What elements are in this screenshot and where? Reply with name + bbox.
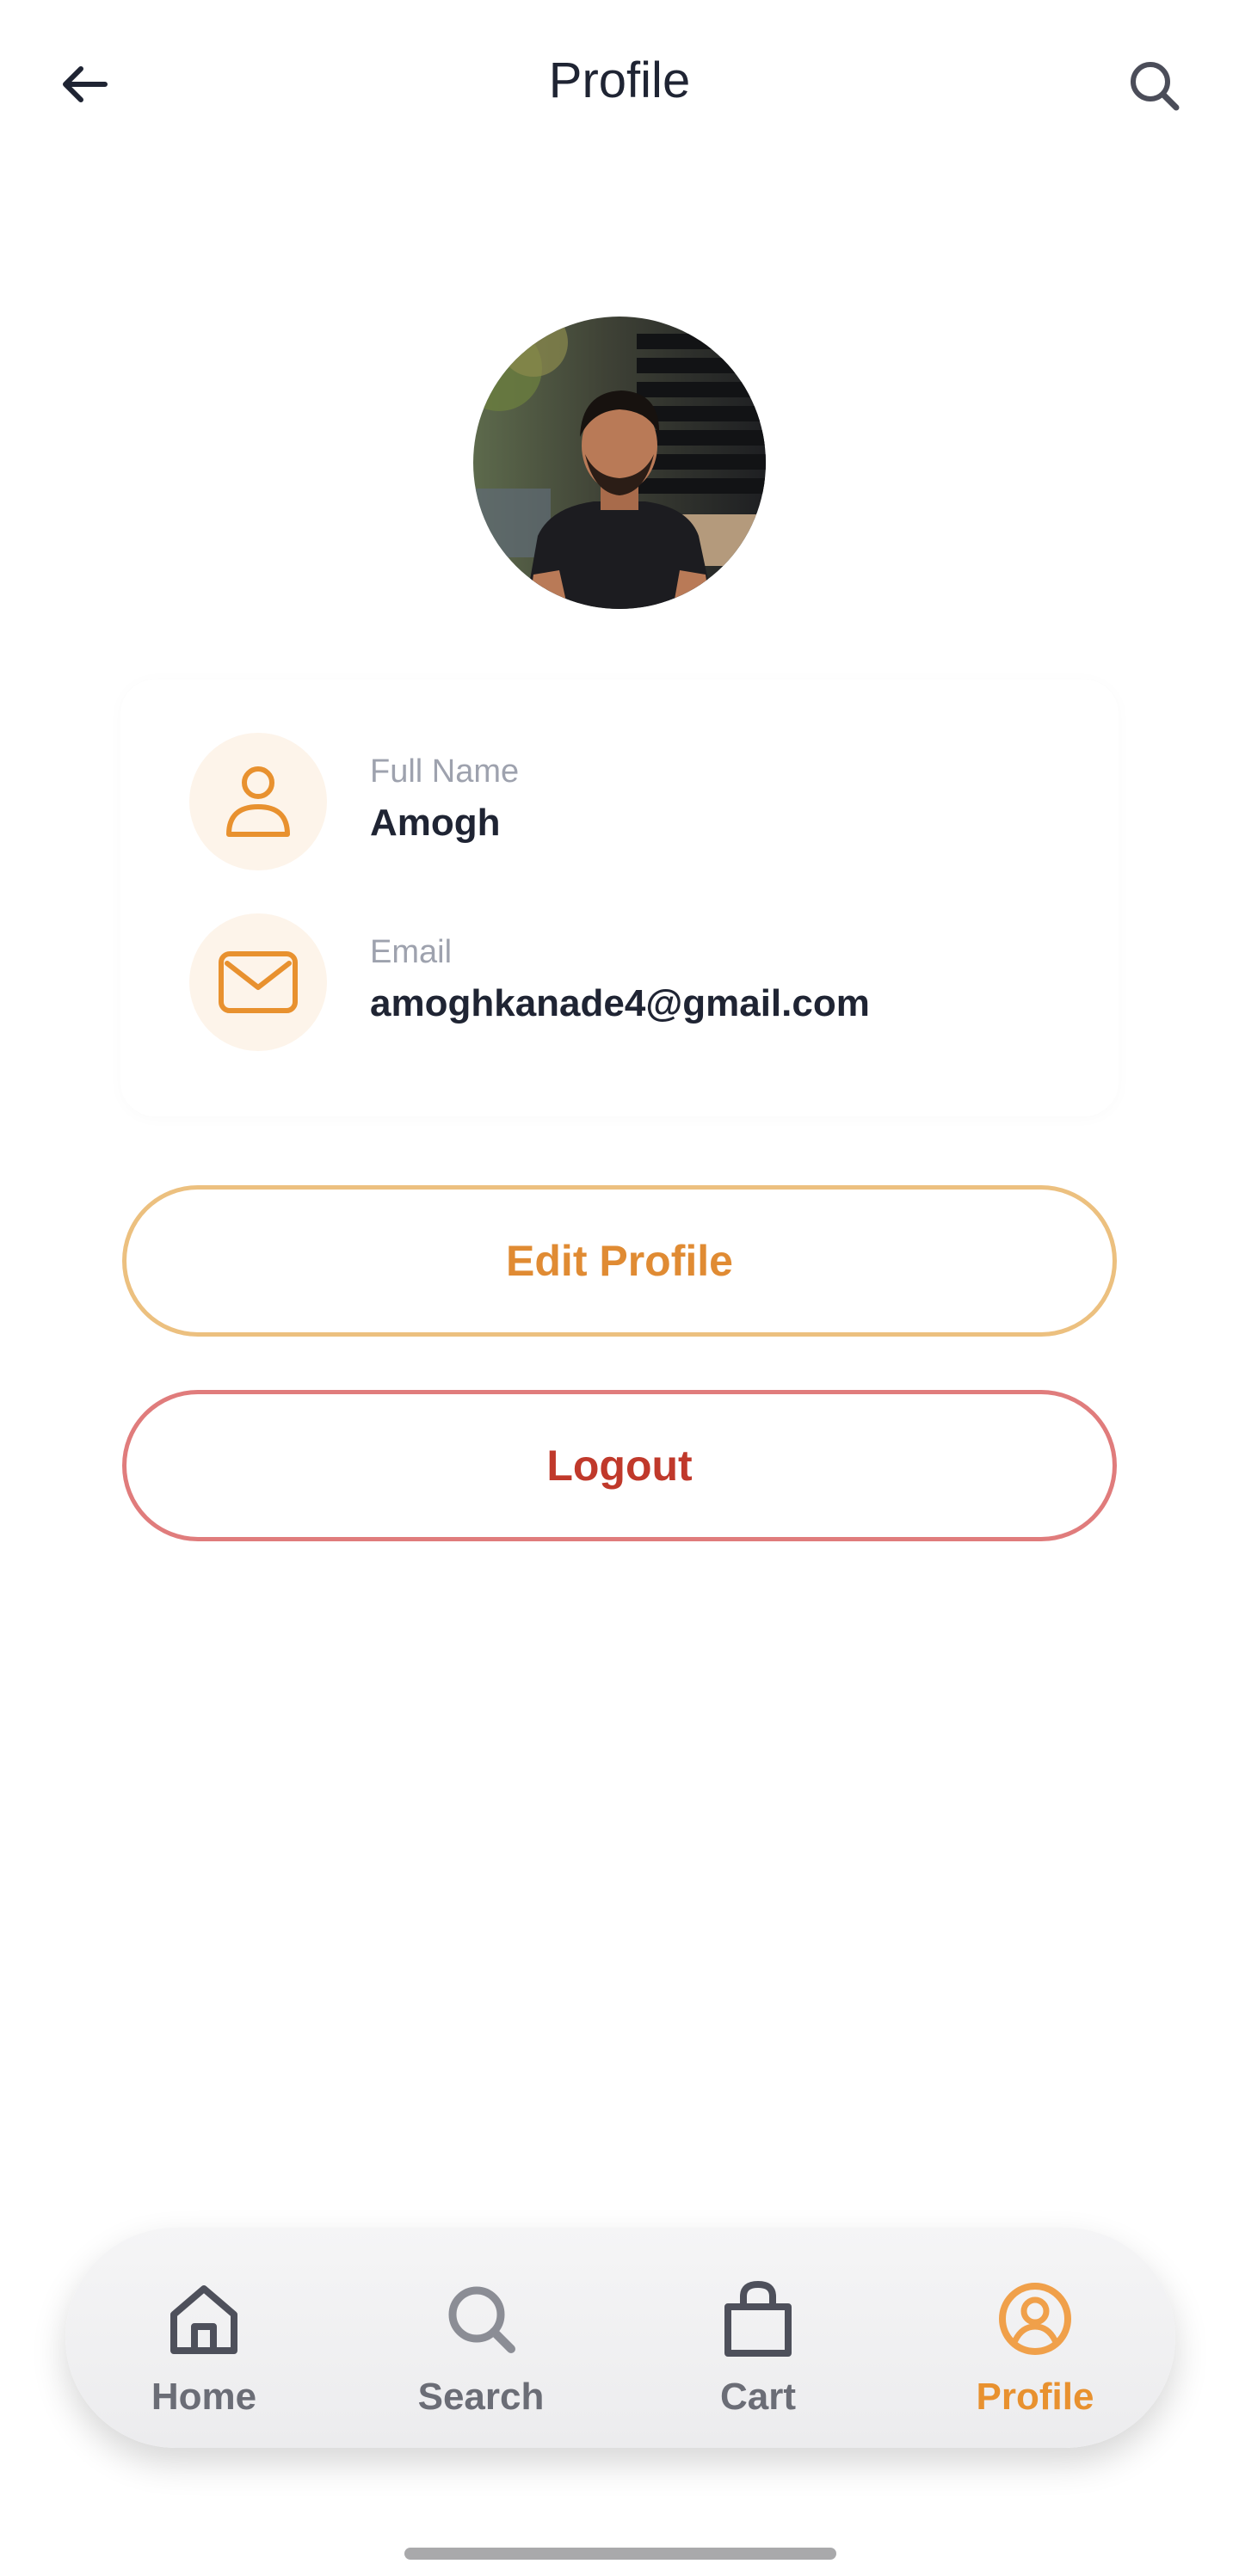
field-value: Amogh xyxy=(370,802,501,844)
mail-icon xyxy=(219,951,298,1013)
nav-icon-wrap xyxy=(897,2279,1174,2358)
user-icon xyxy=(226,766,290,837)
field-label: Email xyxy=(370,934,453,970)
nav-item-profile[interactable]: Profile xyxy=(897,2228,1174,2448)
home-icon xyxy=(170,2285,237,2354)
nav-label-cart: Cart xyxy=(719,2376,797,2418)
nav-label-home: Home xyxy=(151,2376,257,2418)
email-row: Email amoghkanade4@gmail.com xyxy=(189,913,1050,1051)
icon-badge xyxy=(189,913,327,1051)
full-name-row: Full Name Amogh xyxy=(189,733,1050,870)
shopping-bag-icon xyxy=(724,2280,792,2357)
profile-info-card: Full Name Amogh Email amoghkanade4@gmail… xyxy=(120,679,1119,1116)
user-circle-icon xyxy=(999,2283,1071,2355)
logout-button[interactable]: Logout xyxy=(122,1390,1117,1541)
profile-photo xyxy=(473,317,766,609)
nav-icon-wrap xyxy=(342,2279,620,2358)
home-indicator xyxy=(404,2548,836,2560)
icon-badge xyxy=(189,733,327,870)
page-title: Profile xyxy=(548,52,691,108)
search-icon xyxy=(448,2286,515,2353)
edit-profile-button[interactable]: Edit Profile xyxy=(122,1185,1117,1337)
field-value: amoghkanade4@gmail.com xyxy=(370,982,870,1024)
nav-item-home[interactable]: Home xyxy=(65,2228,342,2448)
avatar xyxy=(473,317,766,609)
search-icon xyxy=(1131,62,1180,111)
field-label: Full Name xyxy=(370,753,520,790)
nav-item-search[interactable]: Search xyxy=(342,2228,620,2448)
nav-label-search: Search xyxy=(417,2376,545,2418)
top-app-bar: Profile xyxy=(0,0,1239,172)
search-button[interactable] xyxy=(1120,52,1189,120)
bottom-navigation: Home Search Cart Profile xyxy=(65,2228,1175,2448)
nav-icon-wrap xyxy=(65,2279,342,2358)
nav-icon-wrap xyxy=(620,2279,897,2358)
nav-item-cart[interactable]: Cart xyxy=(620,2228,897,2448)
nav-label-profile: Profile xyxy=(976,2376,1094,2418)
